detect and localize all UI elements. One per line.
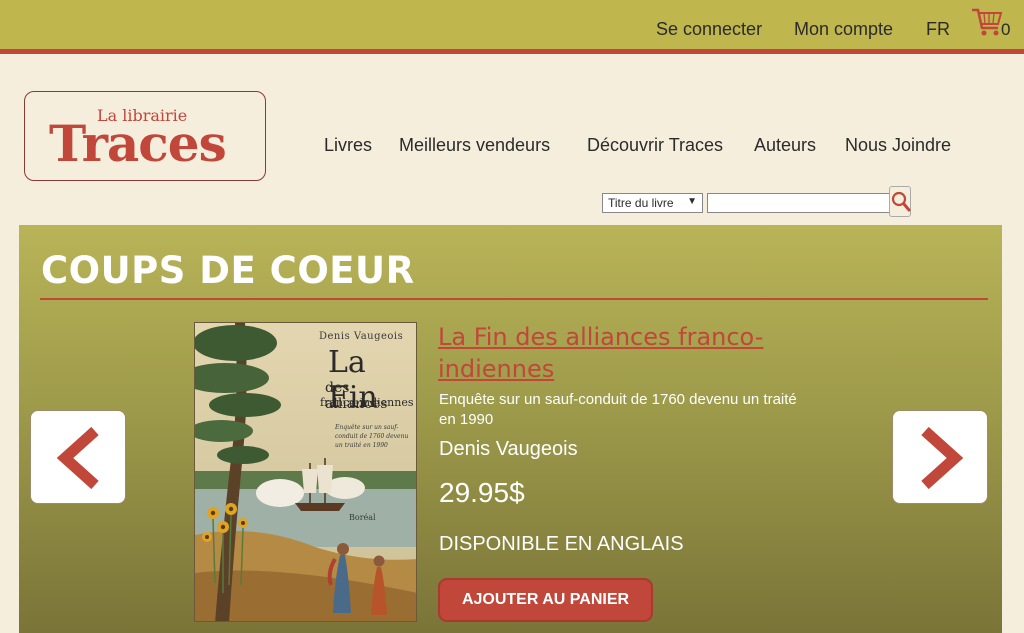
carousel-next-button[interactable] [892, 410, 988, 504]
book-subtitle: Enquête sur un sauf-conduit de 1760 deve… [439, 391, 797, 428]
nav-item-auteurs[interactable]: Auteurs [754, 135, 816, 156]
cart-count: 0 [1001, 20, 1011, 39]
site-logo[interactable]: La librairie Traces [24, 91, 266, 181]
top-bar: Se connecter Mon compte FR 0 [0, 0, 1024, 54]
book-availability: DISPONIBLE EN ANGLAIS [439, 533, 684, 555]
cover-publisher: Boréal [349, 513, 376, 522]
search-field-select[interactable]: Titre du livre ▼ [602, 193, 703, 213]
book-price: 29.95$ [439, 477, 525, 508]
logo-line2: Traces [49, 114, 227, 173]
search-icon [891, 191, 911, 212]
dropdown-arrow-icon: ▼ [687, 196, 697, 207]
book-author: Denis Vaugeois [439, 438, 578, 460]
carousel-prev-button[interactable] [30, 410, 126, 504]
chevron-left-icon [57, 427, 99, 489]
cart-icon [972, 8, 1003, 36]
nav-item-decouvrir-traces[interactable]: Découvrir Traces [587, 135, 723, 156]
cover-subtitle: Enquête sur un sauf-conduit de 1760 deve… [335, 424, 409, 449]
nav-item-nous-joindre[interactable]: Nous Joindre [845, 135, 951, 156]
book-cover[interactable]: Denis Vaugeois La Fin des alliances fran… [194, 322, 417, 622]
cart-button[interactable]: 0 [970, 4, 1020, 44]
nav-item-livres[interactable]: Livres [324, 135, 372, 156]
add-to-cart-button[interactable]: AJOUTER AU PANIER [438, 578, 653, 622]
featured-panel: COUPS DE COEUR Denis Vaugeois La Fin des… [19, 225, 1002, 633]
nav-item-meilleurs-vendeurs[interactable]: Meilleurs vendeurs [399, 135, 550, 156]
chevron-right-icon [921, 427, 963, 489]
account-link[interactable]: Mon compte [794, 19, 893, 40]
search-button[interactable] [889, 186, 911, 217]
featured-heading: COUPS DE COEUR [41, 249, 415, 292]
language-toggle[interactable]: FR [926, 19, 950, 40]
cover-title-line3: franco-indiennes [320, 396, 414, 409]
login-link[interactable]: Se connecter [656, 19, 762, 40]
featured-divider [40, 298, 988, 300]
book-title-link[interactable]: La Fin des alliances franco-indiennes [438, 321, 798, 385]
cover-author: Denis Vaugeois [319, 331, 404, 342]
search-input[interactable] [707, 193, 890, 213]
search-field-select-value: Titre du livre [608, 196, 674, 210]
